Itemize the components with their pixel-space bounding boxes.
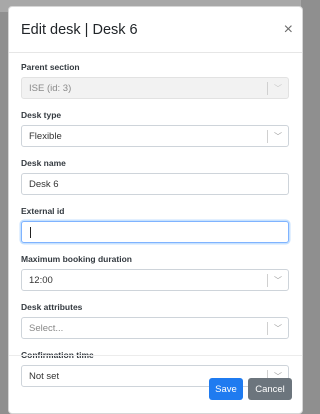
desk-type-value: Flexible [29, 130, 62, 142]
desk-name-field: Desk name Desk 6 [21, 158, 290, 195]
select-separator [267, 130, 268, 143]
external-id-field: External id [21, 206, 290, 243]
desk-type-label: Desk type [21, 110, 62, 120]
parent-section-value: ISE (id: 3) [29, 82, 72, 94]
max-booking-duration-value: 12:00 [29, 274, 53, 286]
parent-section-label: Parent section [21, 62, 80, 72]
cancel-button[interactable]: Cancel [248, 378, 292, 400]
desk-name-value: Desk 6 [29, 178, 59, 190]
chevron-down-icon[interactable]: ﹀ [274, 130, 282, 143]
select-separator [267, 322, 268, 335]
modal-header: Edit desk | Desk 6 × [9, 7, 302, 53]
modal-body: Parent section ISE (id: 3) ﹀ Desk type F… [9, 53, 302, 387]
close-icon[interactable]: × [284, 21, 293, 38]
desk-attributes-select[interactable]: Select... ﹀ [21, 317, 289, 339]
desk-name-label: Desk name [21, 158, 66, 168]
desk-type-field: Desk type Flexible ﹀ [21, 110, 290, 147]
desk-name-input[interactable]: Desk 6 [21, 173, 289, 195]
chevron-down-icon[interactable]: ﹀ [274, 274, 282, 287]
modal-title: Edit desk | Desk 6 [21, 21, 138, 38]
parent-section-select: ISE (id: 3) ﹀ [21, 77, 289, 99]
max-booking-duration-label: Maximum booking duration [21, 254, 132, 264]
chevron-down-icon: ﹀ [274, 84, 282, 93]
external-id-input[interactable] [21, 221, 289, 243]
max-booking-duration-field: Maximum booking duration 12:00 ﹀ [21, 254, 290, 291]
save-button[interactable]: Save [209, 378, 243, 400]
select-separator [267, 82, 268, 95]
desk-attributes-field: Desk attributes Select... ﹀ [21, 302, 290, 339]
desk-attributes-placeholder: Select... [29, 322, 64, 334]
chevron-down-icon[interactable]: ﹀ [274, 322, 282, 335]
select-separator [267, 274, 268, 287]
edit-desk-modal: Edit desk | Desk 6 × Parent section ISE … [8, 6, 303, 414]
max-booking-duration-select[interactable]: 12:00 ﹀ [21, 269, 289, 291]
external-id-label: External id [21, 206, 65, 216]
desk-attributes-label: Desk attributes [21, 302, 83, 312]
desk-type-select[interactable]: Flexible ﹀ [21, 125, 289, 147]
parent-section-field: Parent section ISE (id: 3) ﹀ [21, 62, 290, 99]
modal-footer: Save Cancel [9, 355, 302, 413]
text-cursor [30, 227, 31, 238]
